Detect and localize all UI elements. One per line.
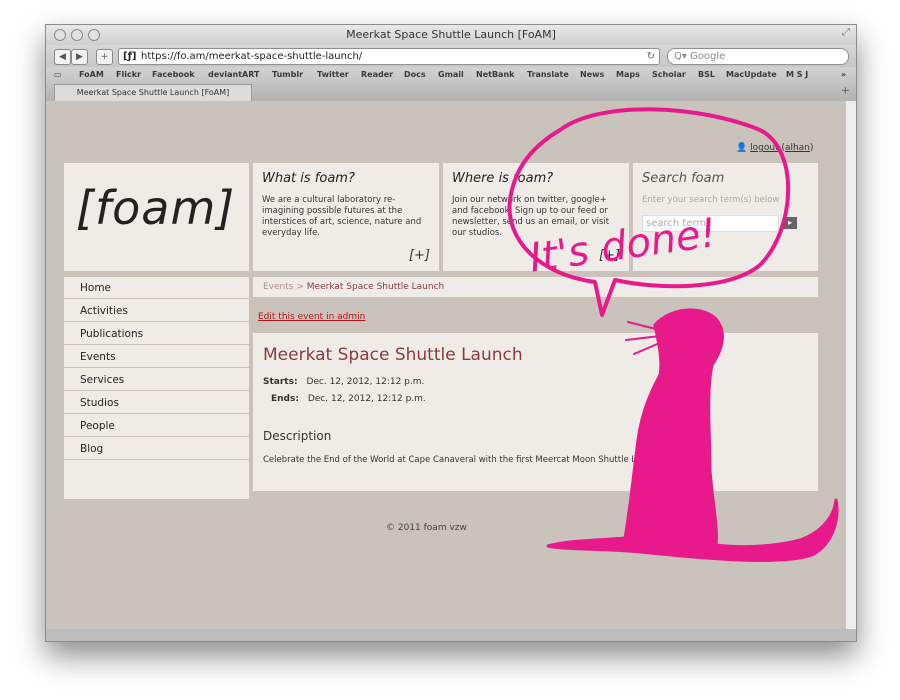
search-placeholder: Q▾ Google [674,51,726,62]
search-foam-box: Search foam Enter your search term(s) be… [633,163,818,271]
bookmark-flickr[interactable]: Flickr [116,67,141,83]
nav-item-events[interactable]: Events [64,346,249,368]
nav-item-people[interactable]: People [64,415,249,437]
what-is-foam-box: What is foam? We are a cultural laborato… [253,163,439,271]
ends-label: Ends: [271,394,299,404]
what-is-foam-title: What is foam? [262,171,355,186]
site-favicon: [ƒ] [123,51,137,62]
where-more-link[interactable]: [+] [599,248,620,263]
bookmark-bsl[interactable]: BSL [698,67,715,83]
description-heading: Description [263,429,332,443]
nav-item-blog[interactable]: Blog [64,438,249,460]
page-viewport: 👤 logout (alhan) [foam] What is foam? We… [46,101,846,629]
ends-value: Dec. 12, 2012, 12:12 p.m. [307,394,426,404]
where-is-foam-box: Where is foam? Join our network on twitt… [443,163,629,271]
bookmark-maps[interactable]: Maps [616,67,640,83]
user-links: 👤 logout (alhan) [736,143,814,153]
username-link[interactable]: alhan [785,143,810,153]
tab-meerkat[interactable]: Meerkat Space Shuttle Launch [FoAM] [54,84,252,101]
nav-item-studios[interactable]: Studios [64,392,249,414]
url-text[interactable]: https://fo.am/meerkat-space-shuttle-laun… [141,49,362,64]
title-bar: Meerkat Space Shuttle Launch [FoAM] ⤢ [46,25,856,45]
where-is-foam-title: Where is foam? [452,171,554,186]
vertical-scrollbar[interactable] [846,101,856,629]
bookmark-netbank[interactable]: NetBank [476,67,514,83]
forward-button[interactable]: ▶ [71,49,88,65]
breadcrumb-separator: > [296,282,304,292]
starts-value: Dec. 12, 2012, 12:12 p.m. [306,377,425,387]
bookmark-docs[interactable]: Docs [404,67,426,83]
bookmark-gmail[interactable]: Gmail [438,67,464,83]
nav-item-publications[interactable]: Publications [64,323,249,345]
event-starts-row: Starts: Dec. 12, 2012, 12:12 p.m. [263,377,424,387]
search-hint: Enter your search term(s) below [642,195,780,205]
search-foam-title: Search foam [642,171,725,186]
user-icon: 👤 [736,143,748,153]
bookmark-scholar[interactable]: Scholar [652,67,686,83]
nav-item-activities[interactable]: Activities [64,300,249,322]
event-description: Celebrate the End of the World at Cape C… [263,455,666,465]
where-is-foam-text: Join our network on twitter, google+ and… [452,195,610,238]
edit-event-link[interactable]: Edit this event in admin [258,312,365,322]
bookmark-reader[interactable]: Reader [361,67,393,83]
browser-toolbar: ◀ ▶ + [ƒ] https://fo.am/meerkat-space-sh… [46,45,856,67]
bookmark-macupdate[interactable]: MacUpdate [726,67,777,83]
nav-item-home[interactable]: Home [64,277,249,299]
reload-icon[interactable]: ↻ [647,49,655,64]
what-is-foam-text: We are a cultural laboratory re-imaginin… [262,195,422,238]
back-button[interactable]: ◀ [54,49,71,65]
address-bar[interactable]: [ƒ] https://fo.am/meerkat-space-shuttle-… [118,48,660,65]
bookmark-foam[interactable]: FoAM [79,67,104,83]
what-more-link[interactable]: [+] [409,248,430,263]
add-bookmark-button[interactable]: + [96,49,113,65]
bookmark-deviantart[interactable]: deviantART [208,67,259,83]
breadcrumb: Events > Meerkat Space Shuttle Launch [253,277,818,297]
foam-logo[interactable]: [foam] [76,181,235,235]
breadcrumb-events-link[interactable]: Events [263,282,293,292]
bookmarks-book-icon[interactable]: ▭ [54,67,62,83]
browser-window: Meerkat Space Shuttle Launch [FoAM] ⤢ ◀ … [45,24,857,642]
nav-item-services[interactable]: Services [64,369,249,391]
fullscreen-icon[interactable]: ⤢ [842,27,850,38]
starts-label: Starts: [263,377,298,387]
google-search-field[interactable]: Q▾ Google [667,48,849,65]
bookmarks-overflow-icon[interactable]: » [841,67,846,83]
logout-link[interactable]: logout [750,143,778,153]
main-nav: Home Activities Publications Events Serv… [64,277,249,499]
search-submit-button[interactable]: ▸ [783,217,797,229]
event-content: Meerkat Space Shuttle Launch Starts: Dec… [253,333,818,491]
bookmark-news[interactable]: News [580,67,604,83]
search-term-input[interactable]: search term [642,215,779,232]
new-tab-icon[interactable]: + [841,84,850,97]
bookmark-tumblr[interactable]: Tumblr [272,67,303,83]
breadcrumb-current: Meerkat Space Shuttle Launch [306,282,445,292]
bookmark-translate[interactable]: Translate [527,67,569,83]
logo-box[interactable]: [foam] [64,163,249,271]
window-bottom-edge [46,629,856,641]
window-title: Meerkat Space Shuttle Launch [FoAM] [346,28,556,41]
bookmark-twitter[interactable]: Twitter [317,67,349,83]
bookmark-facebook[interactable]: Facebook [152,67,195,83]
bookmarks-bar: ▭ FoAM Flickr Facebook deviantART Tumblr… [46,67,856,83]
event-title: Meerkat Space Shuttle Launch [263,345,523,365]
page-footer: © 2011 foam vzw [386,523,467,533]
bookmark-msj[interactable]: M S J [786,67,808,83]
tab-bar: Meerkat Space Shuttle Launch [FoAM] + [46,83,856,102]
event-ends-row: Ends: Dec. 12, 2012, 12:12 p.m. [271,394,426,404]
